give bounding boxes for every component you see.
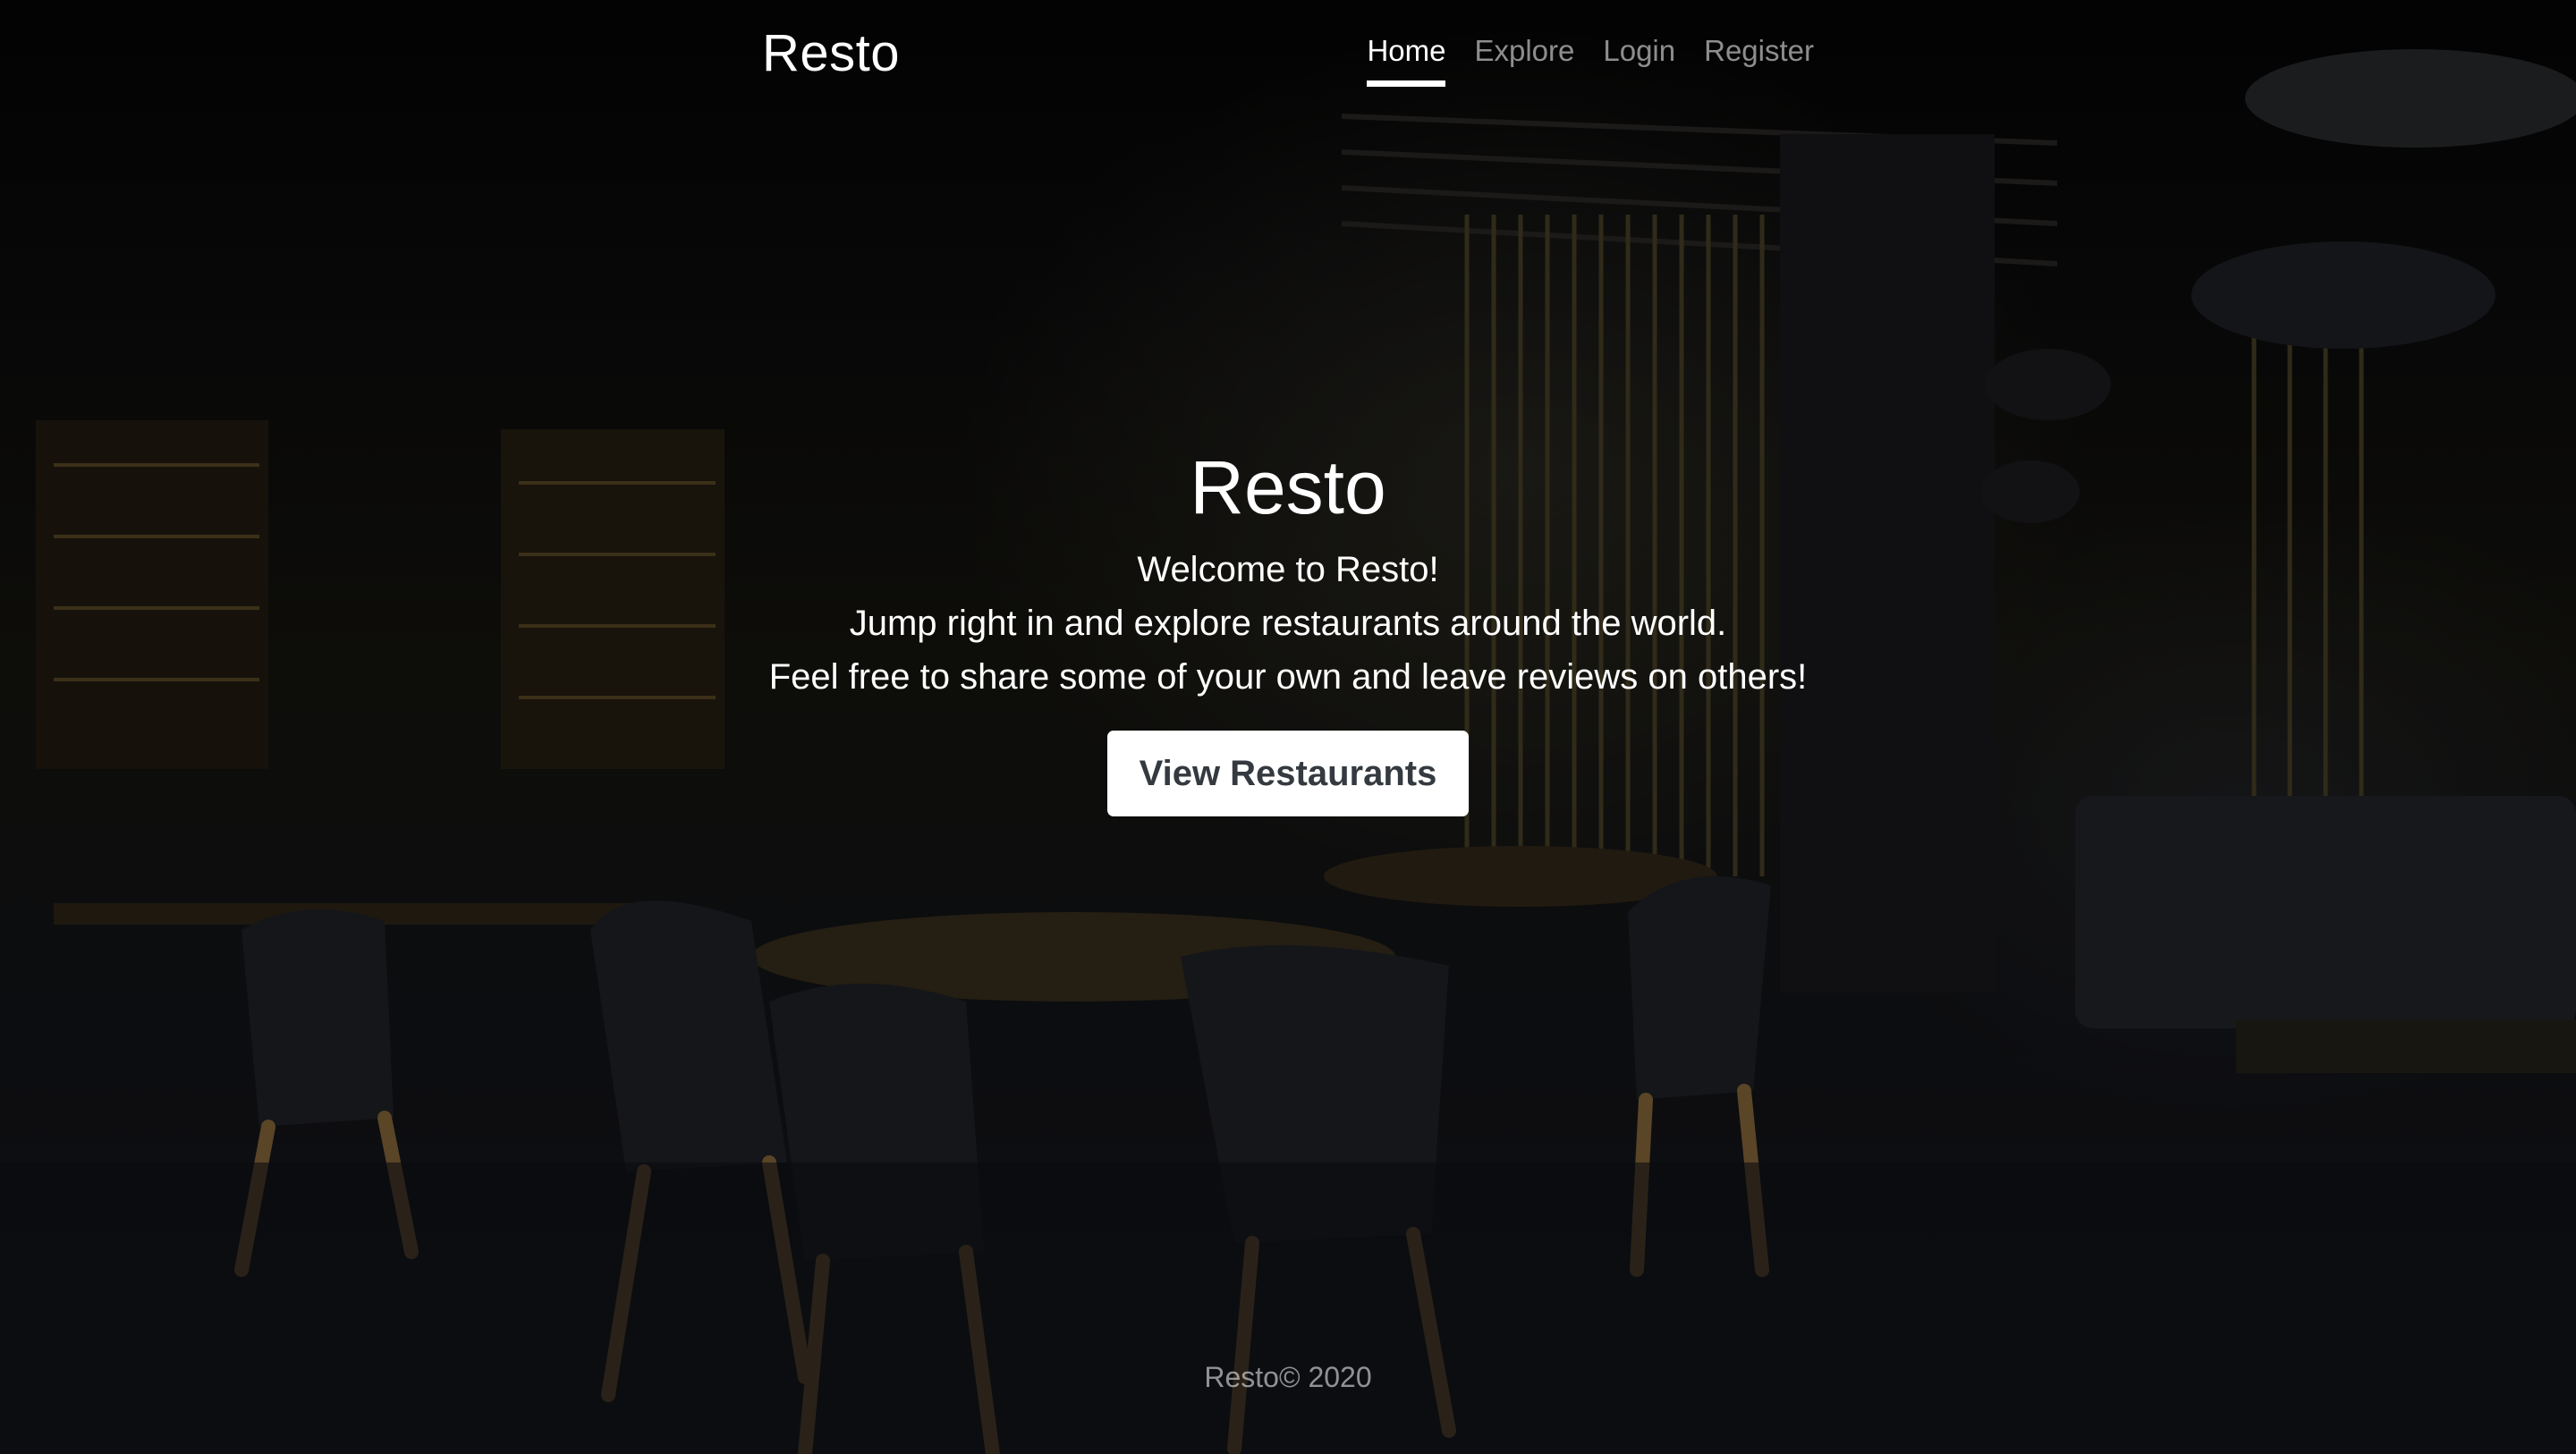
- nav-link-home[interactable]: Home: [1367, 34, 1446, 87]
- hero-explore-text: Jump right in and explore restaurants ar…: [849, 604, 1727, 643]
- brand-logo[interactable]: Resto: [762, 23, 900, 83]
- hero-share-text: Feel free to share some of your own and …: [768, 657, 1808, 697]
- top-navbar: Resto Home Explore Login Register: [762, 0, 1814, 107]
- nav-link-login[interactable]: Login: [1603, 34, 1675, 87]
- nav-link-explore[interactable]: Explore: [1474, 34, 1574, 87]
- hero-welcome-text: Welcome to Resto!: [1137, 550, 1439, 589]
- view-restaurants-button[interactable]: View Restaurants: [1106, 731, 1470, 816]
- nav-link-register[interactable]: Register: [1704, 34, 1814, 87]
- hero-section: Resto Welcome to Resto! Jump right in an…: [0, 443, 2576, 816]
- hero-heading: Resto: [1190, 445, 1386, 529]
- footer-copyright: Resto© 2020: [1204, 1361, 1372, 1393]
- nav-links: Home Explore Login Register: [1367, 34, 1814, 87]
